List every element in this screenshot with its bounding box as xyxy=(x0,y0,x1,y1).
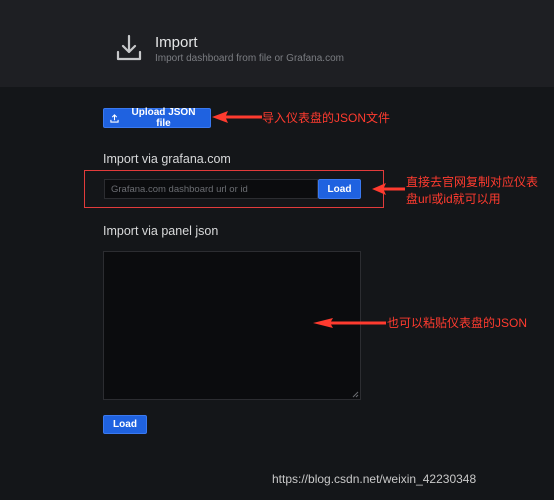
upload-json-label: Upload JSON file xyxy=(131,107,196,129)
upload-icon xyxy=(110,113,119,123)
url-annotation-line2: 盘url或id就可以用 xyxy=(406,192,501,206)
page-title: Import xyxy=(155,34,198,51)
json-annotation: 也可以粘贴仪表盘的JSON xyxy=(387,316,528,330)
panel-json-section-label: Import via panel json xyxy=(103,224,219,238)
watermark: https://blog.csdn.net/weixin_42230348 xyxy=(272,472,477,486)
panel-json-load-label: Load xyxy=(113,419,137,430)
grafana-com-section-label: Import via grafana.com xyxy=(103,152,231,166)
resize-grip-icon[interactable] xyxy=(351,390,359,398)
page-subtitle: Import dashboard from file or Grafana.co… xyxy=(155,53,344,64)
url-annotation-line1: 直接去官网复制对应仪表 xyxy=(406,175,539,189)
download-icon xyxy=(116,34,142,61)
arrow-icon xyxy=(313,318,386,328)
upload-json-button[interactable]: Upload JSON file xyxy=(103,107,211,129)
panel-json-load-button[interactable]: Load xyxy=(103,415,147,434)
page-header: Import Import dashboard from file or Gra… xyxy=(0,0,554,87)
arrow-icon xyxy=(212,111,262,123)
annotation-highlight-box xyxy=(84,170,384,208)
upload-annotation: 导入仪表盘的JSON文件 xyxy=(262,111,391,125)
arrow-icon xyxy=(372,183,405,195)
